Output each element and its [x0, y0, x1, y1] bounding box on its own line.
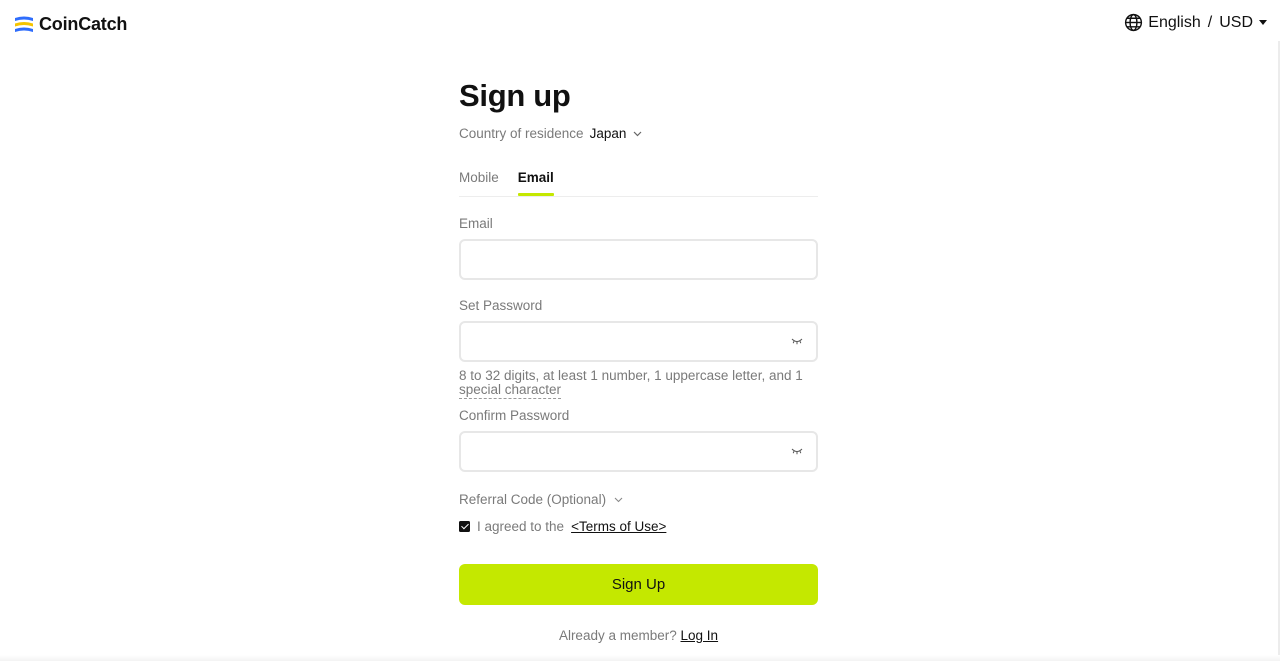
agree-checkbox[interactable]	[459, 521, 470, 532]
caret-down-icon	[1259, 20, 1267, 25]
country-value: Japan	[589, 126, 627, 141]
password-field-wrapper	[459, 321, 818, 362]
brand-name: CoinCatch	[39, 14, 128, 34]
eye-closed-icon[interactable]	[791, 447, 803, 455]
terms-agreement: I agreed to the <Terms of Use>	[459, 519, 666, 534]
brand-logo[interactable]: CoinCatch	[13, 14, 127, 35]
bottom-edge	[0, 655, 1280, 661]
country-select[interactable]: Japan	[590, 126, 643, 141]
language-currency-selector[interactable]: English / USD	[1124, 13, 1267, 32]
chevron-down-icon	[614, 497, 623, 502]
signup-page: CoinCatch English / USD Sign up Country …	[0, 0, 1280, 661]
language-separator: /	[1207, 13, 1213, 31]
referral-code-toggle[interactable]: Referral Code (Optional)	[459, 492, 623, 507]
confirm-password-field[interactable]	[461, 433, 816, 470]
agree-text: I agreed to the	[477, 519, 565, 534]
sign-up-button[interactable]: Sign Up	[459, 564, 818, 605]
email-label: Email	[459, 216, 493, 231]
password-hint-text: 8 to 32 digits, at least 1 number, 1 upp…	[459, 368, 803, 383]
special-character-link[interactable]: special character	[459, 382, 562, 399]
tab-email[interactable]: Email	[517, 170, 554, 196]
country-of-residence: Country of residence Japan	[459, 126, 642, 141]
eye-closed-icon[interactable]	[791, 337, 803, 345]
terms-of-use-link[interactable]: <Terms of Use>	[571, 519, 666, 534]
language-label: English	[1148, 13, 1201, 31]
email-field[interactable]	[461, 241, 816, 278]
log-in-link[interactable]: Log In	[681, 628, 719, 643]
currency-label: USD	[1219, 13, 1253, 31]
confirm-password-label: Confirm Password	[459, 408, 570, 423]
password-field[interactable]	[461, 323, 816, 360]
coincatch-logo-icon	[15, 16, 33, 32]
already-member-text: Already a member?	[558, 628, 677, 643]
email-field-wrapper	[459, 239, 818, 280]
globe-icon	[1125, 13, 1143, 32]
password-requirements-hint: 8 to 32 digits, at least 1 number, 1 upp…	[459, 368, 818, 399]
password-label: Set Password	[459, 298, 543, 313]
confirm-password-field-wrapper	[459, 431, 818, 472]
tab-mobile[interactable]: Mobile	[459, 170, 499, 196]
chevron-down-icon	[633, 131, 642, 136]
already-member-row: Already a member? Log In	[459, 628, 818, 643]
signup-method-tabs: Mobile Email	[459, 170, 818, 197]
page-title: Sign up	[459, 78, 571, 113]
referral-code-label: Referral Code (Optional)	[459, 492, 607, 507]
country-label: Country of residence	[459, 126, 584, 141]
